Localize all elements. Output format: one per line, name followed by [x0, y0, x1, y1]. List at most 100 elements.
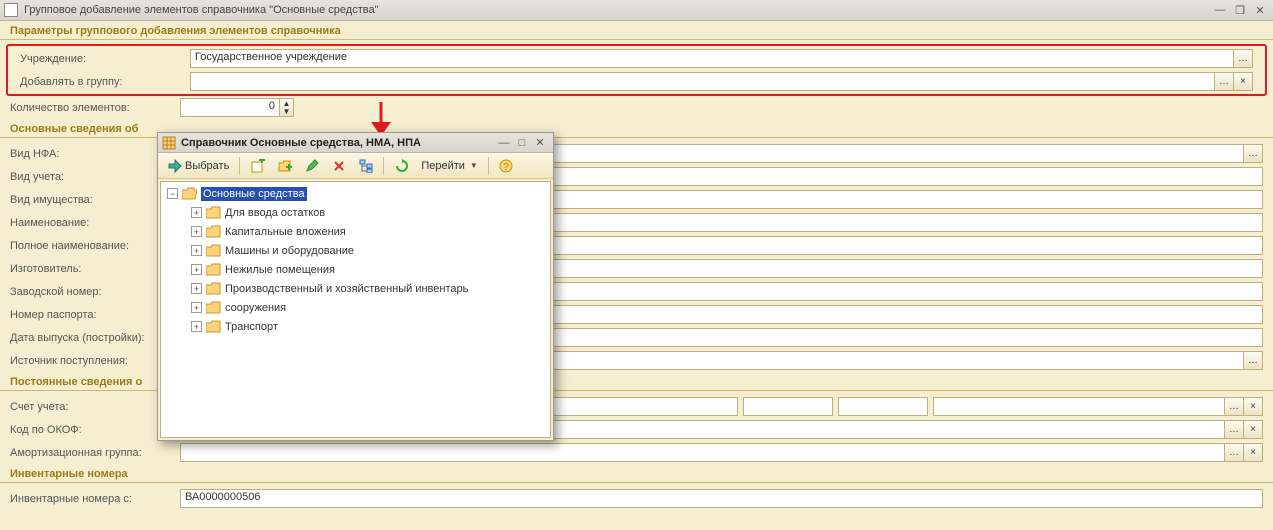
pencil-icon — [304, 158, 319, 173]
tree-item[interactable]: + Машины и оборудование — [161, 241, 550, 260]
clear-group[interactable]: × — [1234, 72, 1253, 91]
popup-toolbar: Выбрать — [158, 153, 553, 179]
popup-close-button[interactable]: ✕ — [531, 135, 549, 151]
label-passport: Номер паспорта: — [10, 309, 180, 321]
select-button[interactable]: Выбрать — [162, 155, 234, 176]
edit-button[interactable] — [299, 155, 324, 176]
row-group: Добавлять в группу: … × — [10, 70, 1263, 93]
row-count: Количество элементов: 0 ▲▼ — [0, 96, 1273, 119]
section-params-header: Параметры группового добавления элементо… — [0, 21, 1273, 40]
label-builddate: Дата выпуска (постройки): — [10, 332, 180, 344]
folder-plus-icon — [277, 158, 292, 173]
expand-icon[interactable]: + — [191, 245, 202, 256]
input-invfrom[interactable]: ВА0000000506 — [180, 489, 1263, 508]
label-group: Добавлять в группу: — [20, 76, 190, 88]
ellipsis-nfa[interactable]: … — [1244, 144, 1263, 163]
clear-okof[interactable]: × — [1244, 420, 1263, 439]
window-title: Групповое добавление элементов справочни… — [24, 4, 1209, 16]
label-invfrom: Инвентарные номера с: — [10, 493, 180, 505]
tree-root[interactable]: − Основные средства — [161, 184, 550, 203]
hierarchy-button[interactable] — [353, 155, 378, 176]
document-icon — [4, 3, 18, 17]
input-account-4[interactable] — [933, 397, 1225, 416]
ellipsis-org[interactable]: … — [1234, 49, 1253, 68]
separator — [239, 157, 240, 175]
input-account-2[interactable] — [743, 397, 833, 416]
input-amort[interactable] — [180, 443, 1225, 462]
label-source: Источник поступления: — [10, 355, 180, 367]
ellipsis-amort[interactable]: … — [1225, 443, 1244, 462]
expand-icon[interactable]: + — [191, 264, 202, 275]
row-invfrom: Инвентарные номера с: ВА0000000506 — [0, 487, 1273, 510]
input-group[interactable] — [190, 72, 1215, 91]
add-button[interactable] — [245, 155, 270, 176]
label-count: Количество элементов: — [10, 102, 180, 114]
tree-item-label: Транспорт — [225, 321, 278, 333]
tree-item-label: Нежилые помещения — [225, 264, 335, 276]
clear-amort[interactable]: × — [1244, 443, 1263, 462]
expand-icon[interactable]: + — [191, 321, 202, 332]
svg-text:?: ? — [504, 162, 510, 173]
ellipsis-okof[interactable]: … — [1225, 420, 1244, 439]
minimize-button[interactable]: — — [1211, 2, 1229, 18]
select-arrow-icon — [167, 158, 182, 173]
tree-item[interactable]: + Транспорт — [161, 317, 550, 336]
input-account-3[interactable] — [838, 397, 928, 416]
folder-icon — [206, 320, 221, 333]
folder-icon — [206, 206, 221, 219]
row-org: Учреждение: Государственное учреждение … — [10, 47, 1263, 70]
tree-item[interactable]: + сооружения — [161, 298, 550, 317]
label-fullname: Полное наименование: — [10, 240, 180, 252]
popup-titlebar: Справочник Основные средства, НМА, НПА —… — [158, 133, 553, 153]
input-org[interactable]: Государственное учреждение — [190, 49, 1234, 68]
highlight-frame: Учреждение: Государственное учреждение …… — [6, 44, 1267, 96]
label-maker: Изготовитель: — [10, 263, 180, 275]
folder-icon — [206, 225, 221, 238]
expand-icon[interactable]: + — [191, 226, 202, 237]
expand-icon[interactable]: + — [191, 283, 202, 294]
tree-item[interactable]: + Капитальные вложения — [161, 222, 550, 241]
hierarchy-icon — [358, 158, 373, 173]
expand-icon[interactable]: + — [191, 302, 202, 313]
spinner-count[interactable]: ▲▼ — [280, 98, 294, 117]
tree-item[interactable]: + Нежилые помещения — [161, 260, 550, 279]
tree-item-label: Производственный и хозяйственный инвента… — [225, 283, 468, 295]
label-org: Учреждение: — [20, 53, 190, 65]
restore-button[interactable]: ❐ — [1231, 2, 1249, 18]
tree-pane[interactable]: − Основные средства + Для ввода остатков… — [160, 181, 551, 438]
popup-minimize-button[interactable]: — — [495, 135, 513, 151]
delete-button[interactable] — [326, 155, 351, 176]
tree-item[interactable]: + Производственный и хозяйственный инвен… — [161, 279, 550, 298]
collapse-icon[interactable]: − — [167, 188, 178, 199]
ellipsis-account[interactable]: … — [1225, 397, 1244, 416]
input-count[interactable]: 0 — [180, 98, 280, 117]
folder-icon — [206, 263, 221, 276]
label-amort: Амортизационная группа: — [10, 447, 180, 459]
tree-item-label: Для ввода остатков — [225, 207, 325, 219]
ellipsis-source[interactable]: … — [1244, 351, 1263, 370]
tree-item[interactable]: + Для ввода остатков — [161, 203, 550, 222]
close-button[interactable]: ✕ — [1251, 2, 1269, 18]
label-serial: Заводской номер: — [10, 286, 180, 298]
expand-icon[interactable]: + — [191, 207, 202, 218]
tree-item-label: сооружения — [225, 302, 286, 314]
delete-icon — [331, 158, 346, 173]
folder-icon — [206, 301, 221, 314]
label-proptype: Вид имущества: — [10, 194, 180, 206]
plus-icon — [250, 158, 265, 173]
label-acctype: Вид учета: — [10, 171, 180, 183]
table-icon — [162, 136, 176, 150]
add-folder-button[interactable] — [272, 155, 297, 176]
refresh-button[interactable] — [389, 155, 414, 176]
ellipsis-group[interactable]: … — [1215, 72, 1234, 91]
reference-picker-dialog: Справочник Основные средства, НМА, НПА —… — [157, 132, 554, 441]
tree-root-label: Основные средства — [201, 187, 307, 201]
clear-account[interactable]: × — [1244, 397, 1263, 416]
separator — [383, 157, 384, 175]
folder-icon — [206, 282, 221, 295]
help-button[interactable]: ? — [494, 155, 519, 176]
popup-maximize-button[interactable]: □ — [513, 135, 531, 151]
goto-button[interactable]: Перейти ▼ — [416, 155, 483, 176]
folder-icon — [206, 244, 221, 257]
label-name: Наименование: — [10, 217, 180, 229]
